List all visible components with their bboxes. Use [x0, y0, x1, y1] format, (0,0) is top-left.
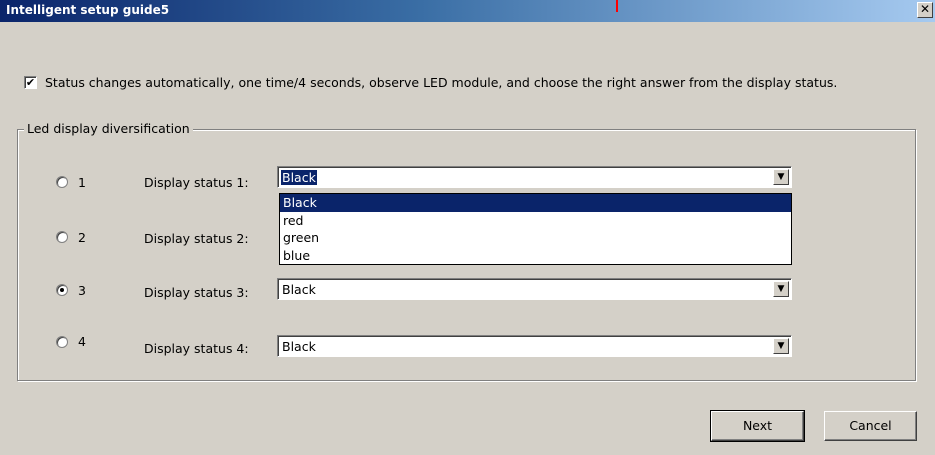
auto-change-option[interactable]: ✔ Status changes automatically, one time…: [24, 74, 837, 90]
close-button[interactable]: ✕: [917, 2, 933, 18]
dropdown-option-blue[interactable]: blue: [280, 247, 791, 265]
display-status-1-dropdown-list: Black red green blue: [279, 193, 792, 265]
display-status-1-select[interactable]: Black ▼: [277, 166, 792, 188]
display-status-4-value: Black: [282, 339, 316, 354]
radio-label-4: 4: [78, 334, 86, 349]
next-button[interactable]: Next: [710, 410, 805, 442]
window-title: Intelligent setup guide5: [6, 3, 170, 17]
display-status-1-value: Black: [281, 170, 317, 185]
red-marker: [616, 0, 618, 12]
radio-status-4[interactable]: [56, 336, 68, 348]
radio-status-2[interactable]: [56, 231, 68, 243]
display-status-3-value: Black: [282, 282, 316, 297]
groupbox-title: Led display diversification: [24, 121, 193, 136]
display-status-4-select[interactable]: Black ▼: [277, 335, 792, 357]
display-status-3-label: Display status 3:: [144, 285, 249, 300]
display-status-1-label: Display status 1:: [144, 175, 249, 190]
display-status-3-select[interactable]: Black ▼: [277, 278, 792, 300]
radio-label-3: 3: [78, 283, 86, 298]
title-bar[interactable]: Intelligent setup guide5 ✕: [0, 0, 935, 22]
auto-change-checkbox[interactable]: ✔: [24, 75, 37, 89]
cancel-button[interactable]: Cancel: [824, 411, 917, 441]
dropdown-option-red[interactable]: red: [280, 212, 791, 230]
chevron-down-icon[interactable]: ▼: [773, 169, 789, 185]
radio-label-2: 2: [78, 230, 86, 245]
radio-status-3[interactable]: [56, 284, 68, 296]
dropdown-option-green[interactable]: green: [280, 229, 791, 247]
auto-change-label: Status changes automatically, one time/4…: [45, 74, 838, 90]
setup-guide-window: Intelligent setup guide5 ✕ ✔ Status chan…: [0, 0, 935, 455]
dropdown-option-black[interactable]: Black: [280, 194, 791, 212]
chevron-down-icon[interactable]: ▼: [773, 281, 789, 297]
display-status-2-label: Display status 2:: [144, 231, 249, 246]
radio-status-1[interactable]: [56, 176, 68, 188]
radio-selected-dot: [60, 288, 64, 292]
radio-label-1: 1: [78, 175, 86, 190]
chevron-down-icon[interactable]: ▼: [773, 338, 789, 354]
display-status-4-label: Display status 4:: [144, 341, 249, 356]
check-mark-icon: ✔: [25, 75, 36, 89]
